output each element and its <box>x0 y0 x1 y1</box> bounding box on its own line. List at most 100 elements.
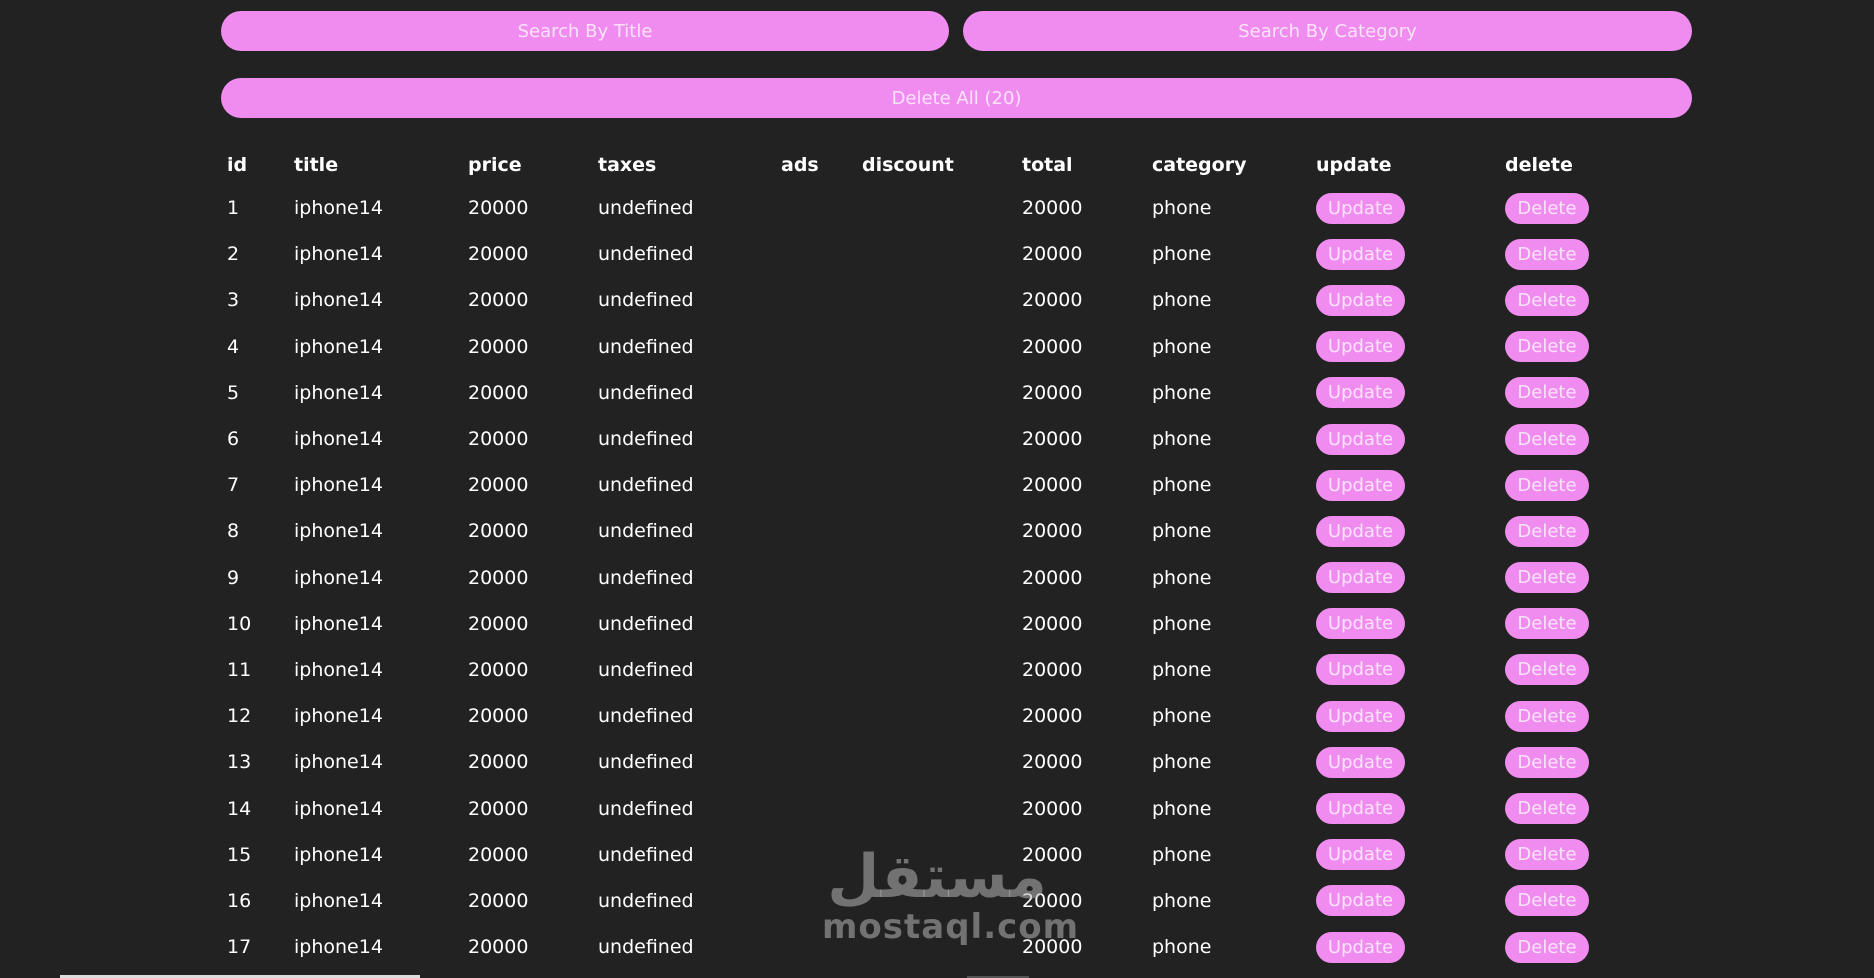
cell-category: phone <box>1152 243 1212 266</box>
update-button[interactable]: Update <box>1316 746 1405 778</box>
delete-button[interactable]: Delete <box>1505 654 1589 686</box>
delete-button[interactable]: Delete <box>1505 885 1589 917</box>
cell-delete: Delete <box>1499 277 1621 323</box>
cell-delete: Delete <box>1499 601 1621 647</box>
update-button[interactable]: Update <box>1316 931 1405 963</box>
cell-category: phone <box>1152 612 1212 635</box>
delete-button[interactable]: Delete <box>1505 562 1589 594</box>
cell-title: iphone14 <box>294 520 383 543</box>
table-row: 11 iphone14 20000 undefined 20000 phone Update… <box>221 647 1621 693</box>
cell-discount <box>856 416 1016 462</box>
cell-taxes: undefined <box>598 797 694 820</box>
search-by-category-button[interactable]: Search By Category <box>963 11 1692 51</box>
update-button[interactable]: Update <box>1316 793 1405 825</box>
cell-discount <box>856 878 1016 924</box>
cell-taxes: undefined <box>598 612 694 635</box>
cell-ads <box>775 508 856 554</box>
cell-taxes: undefined <box>598 889 694 912</box>
update-button[interactable]: Update <box>1316 469 1405 501</box>
cell-total: 20000 <box>1022 658 1083 681</box>
cell-delete: Delete <box>1499 555 1621 601</box>
update-button[interactable]: Update <box>1316 562 1405 594</box>
cell-taxes: undefined <box>598 243 694 266</box>
products-table: id title price taxes ads discount total … <box>221 145 1621 970</box>
delete-button[interactable]: Delete <box>1505 931 1589 963</box>
delete-button[interactable]: Delete <box>1505 192 1589 224</box>
cell-delete: Delete <box>1499 370 1621 416</box>
cell-delete: Delete <box>1499 508 1621 554</box>
cell-title: iphone14 <box>294 936 383 959</box>
cell-title: iphone14 <box>294 889 383 912</box>
cell-ads <box>775 185 856 231</box>
header-taxes: taxes <box>598 154 657 176</box>
cell-price: 20000 <box>468 658 529 681</box>
cell-update: Update <box>1310 924 1499 970</box>
cell-title: iphone14 <box>294 381 383 404</box>
update-button[interactable]: Update <box>1316 331 1405 363</box>
cell-discount <box>856 185 1016 231</box>
header-ads: ads <box>781 154 819 176</box>
cell-id: 1 <box>227 197 240 220</box>
update-button[interactable]: Update <box>1316 608 1405 640</box>
update-button[interactable]: Update <box>1316 885 1405 917</box>
delete-button[interactable]: Delete <box>1505 793 1589 825</box>
cell-id: 12 <box>227 705 252 728</box>
update-button[interactable]: Update <box>1316 700 1405 732</box>
table-row: 16 iphone14 20000 undefined 20000 phone Update… <box>221 878 1621 924</box>
delete-button[interactable]: Delete <box>1505 238 1589 270</box>
cell-discount <box>856 231 1016 277</box>
update-button[interactable]: Update <box>1316 284 1405 316</box>
update-button[interactable]: Update <box>1316 839 1405 871</box>
cell-price: 20000 <box>468 566 529 589</box>
cell-total: 20000 <box>1022 474 1083 497</box>
cell-ads <box>775 555 856 601</box>
update-button[interactable]: Update <box>1316 377 1405 409</box>
cell-ads <box>775 324 856 370</box>
delete-button[interactable]: Delete <box>1505 423 1589 455</box>
cell-taxes: undefined <box>598 335 694 358</box>
cell-id: 15 <box>227 843 252 866</box>
update-button[interactable]: Update <box>1316 423 1405 455</box>
cell-update: Update <box>1310 324 1499 370</box>
table-row: 4 iphone14 20000 undefined 20000 phone Update D… <box>221 324 1621 370</box>
cell-category: phone <box>1152 936 1212 959</box>
cell-price: 20000 <box>468 335 529 358</box>
cell-delete: Delete <box>1499 185 1621 231</box>
cell-discount <box>856 739 1016 785</box>
cell-discount <box>856 693 1016 739</box>
delete-button[interactable]: Delete <box>1505 515 1589 547</box>
cell-ads <box>775 601 856 647</box>
cell-total: 20000 <box>1022 197 1083 220</box>
delete-button[interactable]: Delete <box>1505 377 1589 409</box>
cell-taxes: undefined <box>598 936 694 959</box>
cell-delete: Delete <box>1499 785 1621 831</box>
cell-update: Update <box>1310 185 1499 231</box>
delete-all-button[interactable]: Delete All (20) <box>221 78 1692 118</box>
cell-total: 20000 <box>1022 936 1083 959</box>
update-button[interactable]: Update <box>1316 192 1405 224</box>
cell-price: 20000 <box>468 705 529 728</box>
cell-total: 20000 <box>1022 289 1083 312</box>
delete-button[interactable]: Delete <box>1505 839 1589 871</box>
search-by-title-button[interactable]: Search By Title <box>221 11 949 51</box>
table-header-row: id title price taxes ads discount total … <box>221 145 1621 185</box>
update-button[interactable]: Update <box>1316 238 1405 270</box>
delete-button[interactable]: Delete <box>1505 700 1589 732</box>
cell-taxes: undefined <box>598 428 694 451</box>
table-row: 8 iphone14 20000 undefined 20000 phone Update D… <box>221 508 1621 554</box>
delete-button[interactable]: Delete <box>1505 746 1589 778</box>
cell-taxes: undefined <box>598 751 694 774</box>
table-row: 3 iphone14 20000 undefined 20000 phone Update D… <box>221 277 1621 323</box>
update-button[interactable]: Update <box>1316 515 1405 547</box>
delete-button[interactable]: Delete <box>1505 284 1589 316</box>
cell-update: Update <box>1310 277 1499 323</box>
delete-button[interactable]: Delete <box>1505 608 1589 640</box>
cell-price: 20000 <box>468 797 529 820</box>
delete-button[interactable]: Delete <box>1505 469 1589 501</box>
cell-title: iphone14 <box>294 843 383 866</box>
cell-category: phone <box>1152 335 1212 358</box>
update-button[interactable]: Update <box>1316 654 1405 686</box>
cell-id: 6 <box>227 428 240 451</box>
delete-button[interactable]: Delete <box>1505 331 1589 363</box>
cell-total: 20000 <box>1022 566 1083 589</box>
